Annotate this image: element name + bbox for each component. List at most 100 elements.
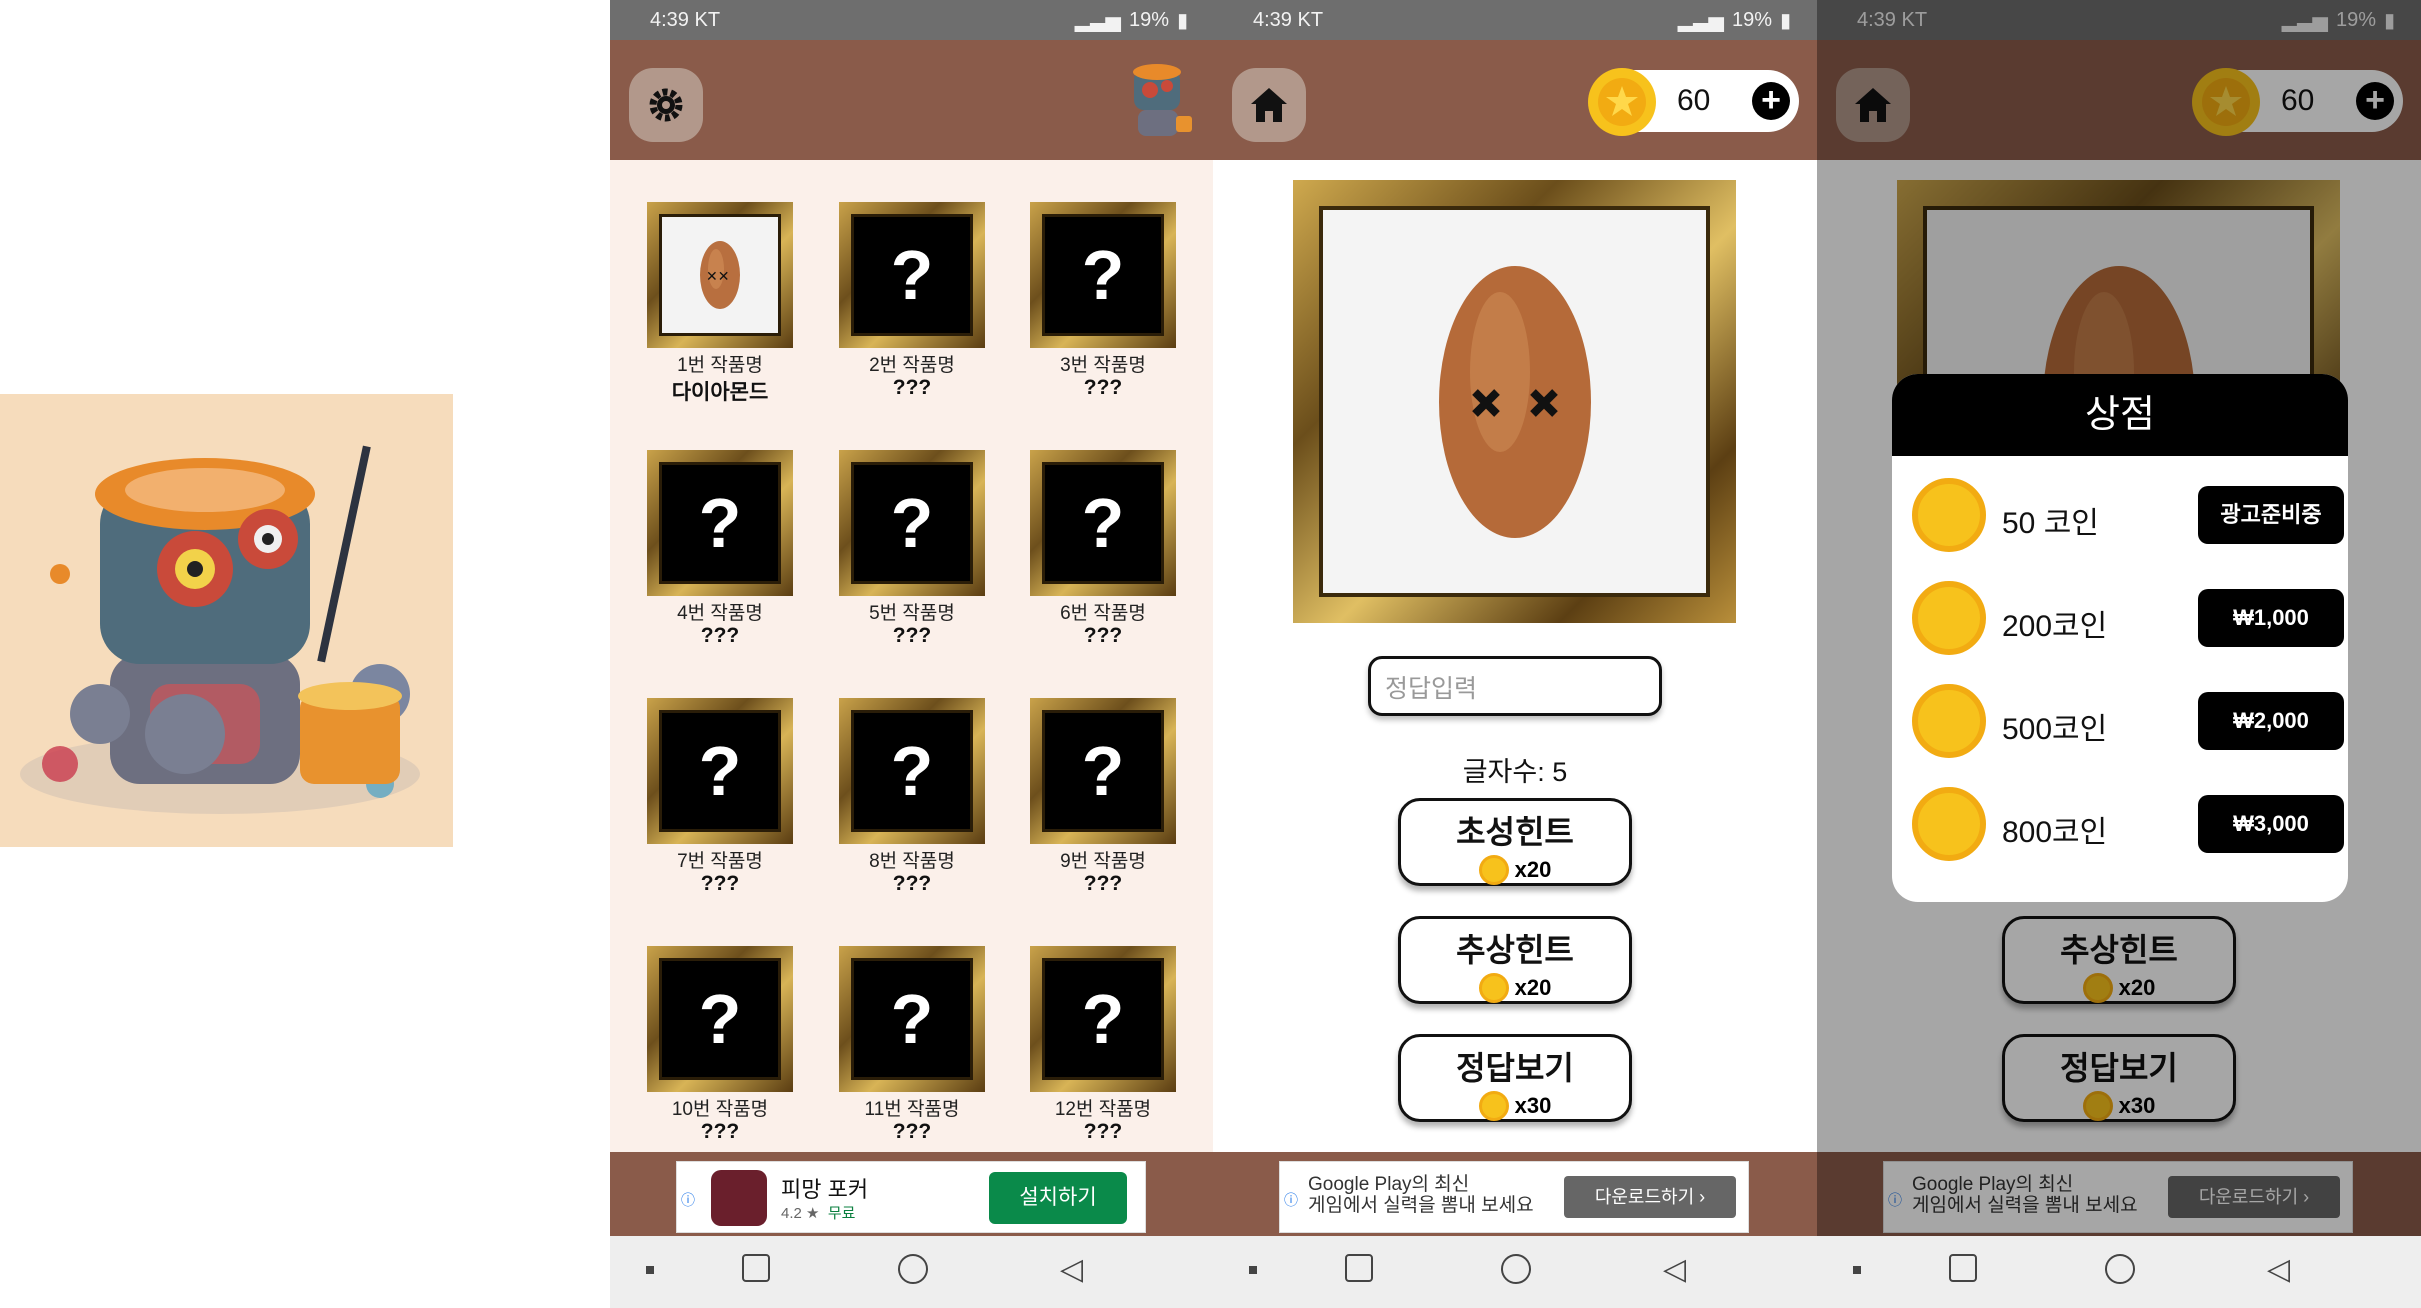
buy-button[interactable]: ₩2,000 [2198,692,2344,750]
recents-icon[interactable] [742,1254,770,1282]
home-circle-icon[interactable] [898,1254,928,1284]
locked-question-mark: ? [1042,710,1164,832]
artwork-name: ??? [1083,1120,1123,1143]
menu-dot-icon[interactable] [1249,1266,1257,1274]
artwork-name: ??? [892,376,932,399]
status-bar: 4:39 KT ▂▃▅ 19% ▮ [1213,0,1817,40]
gold-frame: ? [1030,450,1176,596]
ad-band: ⓘ 피망 포커 4.2 ★ 무료 설치하기 [610,1152,1214,1236]
artwork-name: ??? [892,624,932,647]
coin-icon [1912,684,1986,758]
locked-question-mark: ? [851,214,973,336]
buy-button[interactable]: ₩3,000 [2198,795,2344,853]
coin-icon [1478,973,1509,1003]
recents-icon[interactable] [1345,1254,1373,1282]
settings-button[interactable] [629,68,703,142]
artwork-title: 7번 작품명 [677,851,763,872]
system-nav-bar: ◁ [1817,1236,2421,1308]
robot-painter-illustration [0,394,453,847]
ad-line: Google Play의 최신 [1308,1174,1470,1195]
show-answer-button[interactable]: 정답보기 x30 [1398,1034,1632,1122]
artwork-item[interactable]: ? 2번 작품명 ??? [837,160,987,399]
ad-info-icon[interactable]: ⓘ [1284,1190,1298,1210]
buy-button[interactable]: 광고준비중 [2198,486,2344,544]
shop-item-label: 50 코인 [2002,507,2099,540]
menu-dot-icon[interactable] [1853,1266,1861,1274]
hint-label: 정답보기 [1456,1050,1574,1086]
locked-question-mark: ? [659,462,781,584]
abstract-hint-button[interactable]: 추상힌트 x20 [1398,916,1632,1004]
artwork-item[interactable]: ? 7번 작품명 ??? [645,656,795,895]
artwork-item[interactable]: ✕✕ 1번 작품명 다이아몬드 [645,160,795,404]
home-circle-icon[interactable] [1501,1254,1531,1284]
back-icon[interactable]: ◁ [1060,1252,1083,1287]
artwork-item[interactable]: ? 12번 작품명 ??? [1028,904,1178,1143]
signal-icon: ▂▃▅ [1074,9,1121,32]
back-icon[interactable]: ◁ [2267,1252,2290,1287]
artwork-title: 6번 작품명 [1060,603,1146,624]
recents-icon[interactable] [1949,1254,1977,1282]
coin-icon [1478,855,1509,885]
signal-icon: ▂▃▅ [1677,9,1724,32]
artwork-image [1319,206,1710,597]
menu-dot-icon[interactable] [646,1266,654,1274]
hint-cost: x30 [1514,1093,1552,1118]
gold-frame: ? [647,698,793,844]
artwork-item[interactable]: ? 5번 작품명 ??? [837,408,987,647]
battery-icon: ▮ [1176,9,1188,32]
locked-question-mark: ? [1042,462,1164,584]
shop-item-label: 500코인 [2002,713,2108,746]
artwork-item[interactable]: ? 10번 작품명 ??? [645,904,795,1143]
artwork-item[interactable]: ? 4번 작품명 ??? [645,408,795,647]
artwork-name: ??? [700,1120,740,1143]
locked-question-mark: ? [851,958,973,1080]
gallery-grid: ✕✕ 1번 작품명 다이아몬드 ? 2번 작품명 ??? ? 3번 작품명 ??… [610,160,1214,1152]
download-button[interactable]: 다운로드하기 › [1564,1176,1736,1218]
artwork-title: 12번 작품명 [1054,1099,1152,1120]
artwork-name: ??? [1083,376,1123,399]
artwork-title: 3번 작품명 [1060,355,1146,376]
back-icon[interactable]: ◁ [1663,1252,1686,1287]
ad-banner[interactable]: ⓘ 피망 포커 4.2 ★ 무료 설치하기 [676,1161,1146,1233]
shop-screen: 4:39 KT ▂▃▅ 19% ▮ 60 + 추상힌트 x20 정답보기 x30… [1817,0,2421,1308]
locked-question-mark: ? [659,710,781,832]
status-time: 4:39 KT [1253,8,1324,31]
ad-rating: 4.2 ★ 무료 [781,1205,856,1222]
answer-input[interactable]: 정답입력 [1368,656,1662,716]
shop-dialog: 상점 50 코인 광고준비중 200코인 ₩1,000 500코인 ₩2,000… [1892,374,2348,902]
artwork-title: 10번 작품명 [671,1099,769,1120]
ad-line: 게임에서 실력을 뽐내 보세요 [1308,1195,1534,1216]
artwork-item[interactable]: ? 6번 작품명 ??? [1028,408,1178,647]
app-bar [610,40,1214,160]
shop-title: 상점 [1892,374,2348,456]
artwork-title: 4번 작품명 [677,603,763,624]
hint-cost: x20 [1514,975,1552,1000]
coin-icon [1478,1091,1509,1121]
add-coins-button[interactable]: + [1752,82,1790,120]
svg-text:✕✕: ✕✕ [706,269,729,285]
artwork-title: 5번 작품명 [869,603,955,624]
artwork-name: ??? [892,1120,932,1143]
home-circle-icon[interactable] [2105,1254,2135,1284]
home-button[interactable] [1232,68,1306,142]
artwork-item[interactable]: ? 9번 작품명 ??? [1028,656,1178,895]
hint-label: 추상힌트 [1456,932,1574,968]
shop-item: 50 코인 광고준비중 [1912,478,2344,554]
install-button[interactable]: 설치하기 [989,1172,1127,1224]
initial-hint-button[interactable]: 초성힌트 x20 [1398,798,1632,886]
artwork-item[interactable]: ? 3번 작품명 ??? [1028,160,1178,399]
artwork-item[interactable]: ? 11번 작품명 ??? [837,904,987,1143]
artwork-title: 2번 작품명 [869,355,955,376]
robot-logo-icon [1120,60,1196,144]
coin-icon [1912,478,1986,552]
gold-frame: ? [839,946,985,1092]
locked-question-mark: ? [851,462,973,584]
battery-level: 19% [1731,8,1772,31]
status-time: 4:39 KT [650,8,721,31]
artwork-item[interactable]: ? 8번 작품명 ??? [837,656,987,895]
buy-button[interactable]: ₩1,000 [2198,589,2344,647]
ad-banner[interactable]: ⓘ Google Play의 최신 게임에서 실력을 뽐내 보세요 다운로드하기… [1279,1161,1749,1233]
artwork-frame [1293,180,1736,623]
system-nav-bar: ◁ [1213,1236,1817,1308]
ad-info-icon[interactable]: ⓘ [681,1190,695,1210]
